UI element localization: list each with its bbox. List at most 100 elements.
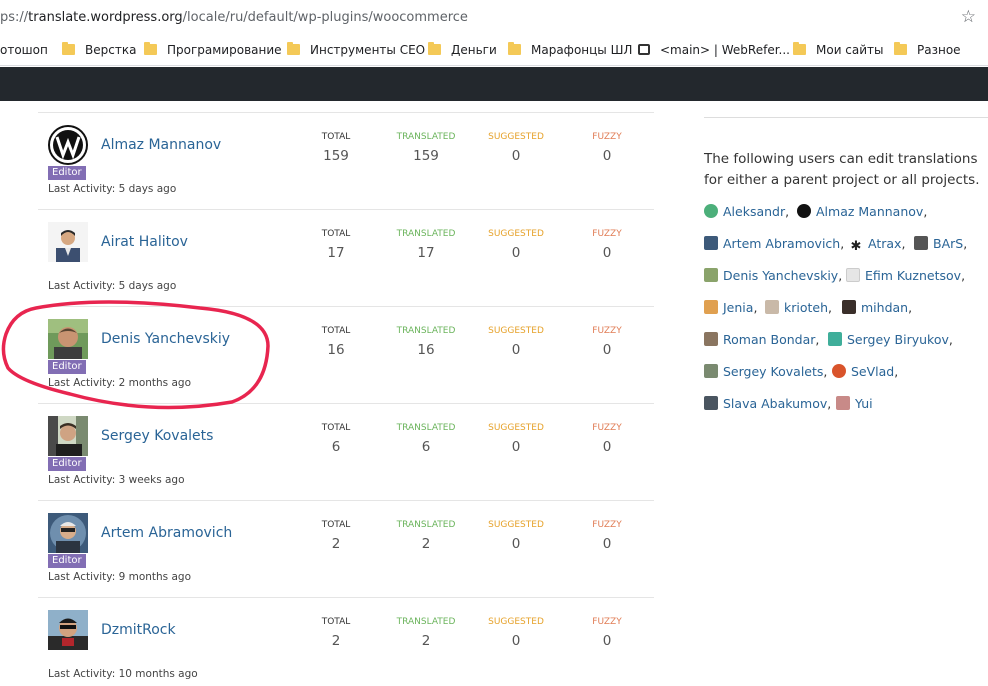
contributor-name[interactable]: Almaz Mannanov [101, 137, 221, 153]
stat-label: TOTAL [321, 423, 351, 433]
stat-value[interactable]: 6 [386, 439, 466, 455]
editor-name: Denis Yanchevskiy [723, 268, 839, 283]
stat-label: SUGGESTED [488, 423, 544, 433]
stat-value[interactable]: 2 [386, 633, 466, 649]
editor-link[interactable]: mihdan, [842, 300, 912, 315]
stat-value[interactable]: 17 [386, 245, 466, 261]
stat-label: TOTAL [321, 229, 351, 239]
editor-link[interactable]: Artem Abramovich, [704, 236, 844, 251]
last-activity: Last Activity: 5 days ago [48, 183, 177, 195]
stat-label: SUGGESTED [488, 326, 544, 336]
stat-label: TOTAL [321, 617, 351, 627]
editor-link[interactable]: Efim Kuznetsov, [846, 268, 965, 283]
stat-value[interactable]: 0 [567, 342, 647, 358]
editor-link[interactable]: SeVlad, [832, 364, 898, 379]
stat-value[interactable]: 159 [386, 148, 466, 164]
stat-value[interactable]: 0 [567, 439, 647, 455]
editor-badge: Editor [48, 457, 86, 471]
editor-link[interactable]: BArS, [914, 236, 967, 251]
contributor-row: Artem Abramovich Editor Last Activity: 9… [38, 500, 654, 597]
stat-value[interactable]: 0 [567, 633, 647, 649]
separator: , [961, 268, 966, 283]
bookmark-item[interactable]: Инструменты СЕО [287, 42, 425, 57]
editor-link[interactable]: krioteh, [765, 300, 832, 315]
editor-link[interactable]: Almaz Mannanov, [797, 204, 927, 219]
stat-suggested: SUGGESTED 0 [476, 326, 556, 358]
contributor-name[interactable]: DzmitRock [101, 622, 176, 638]
bookmark-item[interactable]: Верстка [62, 42, 136, 57]
separator: , [901, 236, 906, 251]
bookmark-item[interactable]: Програмирование [144, 42, 282, 57]
editor-link[interactable]: Sergey Biryukov, [828, 332, 953, 347]
last-activity: Last Activity: 5 days ago [48, 280, 177, 292]
avatar [832, 364, 846, 378]
stat-value[interactable]: 0 [476, 633, 556, 649]
editor-badge: Editor [48, 554, 86, 568]
editor-link[interactable]: Aleksandr, [704, 204, 789, 219]
separator: , [828, 300, 832, 315]
contributor-name[interactable]: Airat Halitov [101, 234, 188, 250]
stat-value[interactable]: 6 [296, 439, 376, 455]
bookmark-item[interactable]: Марафонцы ШЛ [508, 42, 632, 57]
editor-link[interactable]: Jenia, [704, 300, 757, 315]
stat-value[interactable]: 17 [296, 245, 376, 261]
avatar [828, 332, 842, 346]
browser-url-bar[interactable]: ps://translate.wordpress.org/locale/ru/d… [0, 0, 988, 36]
stat-value[interactable]: 16 [386, 342, 466, 358]
avatar [704, 204, 718, 218]
stat-label: TOTAL [321, 326, 351, 336]
stat-translated: TRANSLATED 17 [386, 229, 466, 261]
stat-value[interactable]: 0 [567, 536, 647, 552]
editor-name: Efim Kuznetsov [865, 268, 962, 283]
stat-value[interactable]: 0 [567, 245, 647, 261]
stat-value[interactable]: 16 [296, 342, 376, 358]
editor-link[interactable]: Sergey Kovalets, [704, 364, 827, 379]
stat-value[interactable]: 2 [296, 536, 376, 552]
contributor-name[interactable]: Sergey Kovalets [101, 428, 213, 444]
avatar [836, 396, 850, 410]
bookmark-item[interactable]: Деньги [428, 42, 497, 57]
spider-icon: ✱ [849, 239, 863, 254]
stat-value[interactable]: 0 [476, 148, 556, 164]
stat-label: SUGGESTED [488, 132, 544, 142]
avatar [704, 364, 718, 378]
stat-value[interactable]: 0 [476, 245, 556, 261]
bookmark-item[interactable]: Разное [894, 42, 961, 57]
star-icon[interactable]: ☆ [961, 7, 976, 27]
avatar[interactable] [48, 222, 88, 262]
stat-value[interactable]: 0 [567, 148, 647, 164]
stat-suggested: SUGGESTED 0 [476, 132, 556, 164]
chat-icon [638, 44, 650, 55]
stat-fuzzy: FUZZY 0 [567, 617, 647, 649]
editor-link[interactable]: Roman Bondar, [704, 332, 819, 347]
last-activity: Last Activity: 10 months ago [48, 668, 198, 680]
url-text[interactable]: ps://translate.wordpress.org/locale/ru/d… [0, 10, 468, 25]
stat-fuzzy: FUZZY 0 [567, 132, 647, 164]
url-scheme: ps:// [0, 10, 29, 25]
avatar[interactable] [48, 416, 88, 456]
folder-icon [287, 42, 300, 55]
separator: , [923, 204, 928, 219]
stat-value[interactable]: 0 [476, 536, 556, 552]
editor-name: mihdan [861, 300, 909, 315]
separator: , [827, 396, 832, 411]
editor-link[interactable]: Yui [836, 396, 873, 411]
contributor-name[interactable]: Artem Abramovich [101, 525, 232, 541]
editor-link[interactable]: Slava Abakumov, [704, 396, 831, 411]
avatar [704, 300, 718, 314]
avatar[interactable] [48, 513, 88, 553]
editor-link[interactable]: Denis Yanchevskiy, [704, 268, 842, 283]
folder-icon [793, 42, 806, 55]
stat-value[interactable]: 159 [296, 148, 376, 164]
bookmark-item[interactable]: отошоп [0, 43, 48, 57]
editor-link[interactable]: ✱ Atrax, [849, 236, 905, 254]
avatar[interactable] [48, 125, 88, 165]
stat-value[interactable]: 2 [386, 536, 466, 552]
stat-value[interactable]: 2 [296, 633, 376, 649]
bookmark-item[interactable]: <main> | WebRefer... [638, 43, 790, 57]
stat-value[interactable]: 0 [476, 439, 556, 455]
avatar[interactable] [48, 610, 88, 650]
stat-value[interactable]: 0 [476, 342, 556, 358]
editor-name: Sergey Kovalets [723, 364, 824, 379]
bookmark-item[interactable]: Мои сайты [793, 42, 884, 57]
